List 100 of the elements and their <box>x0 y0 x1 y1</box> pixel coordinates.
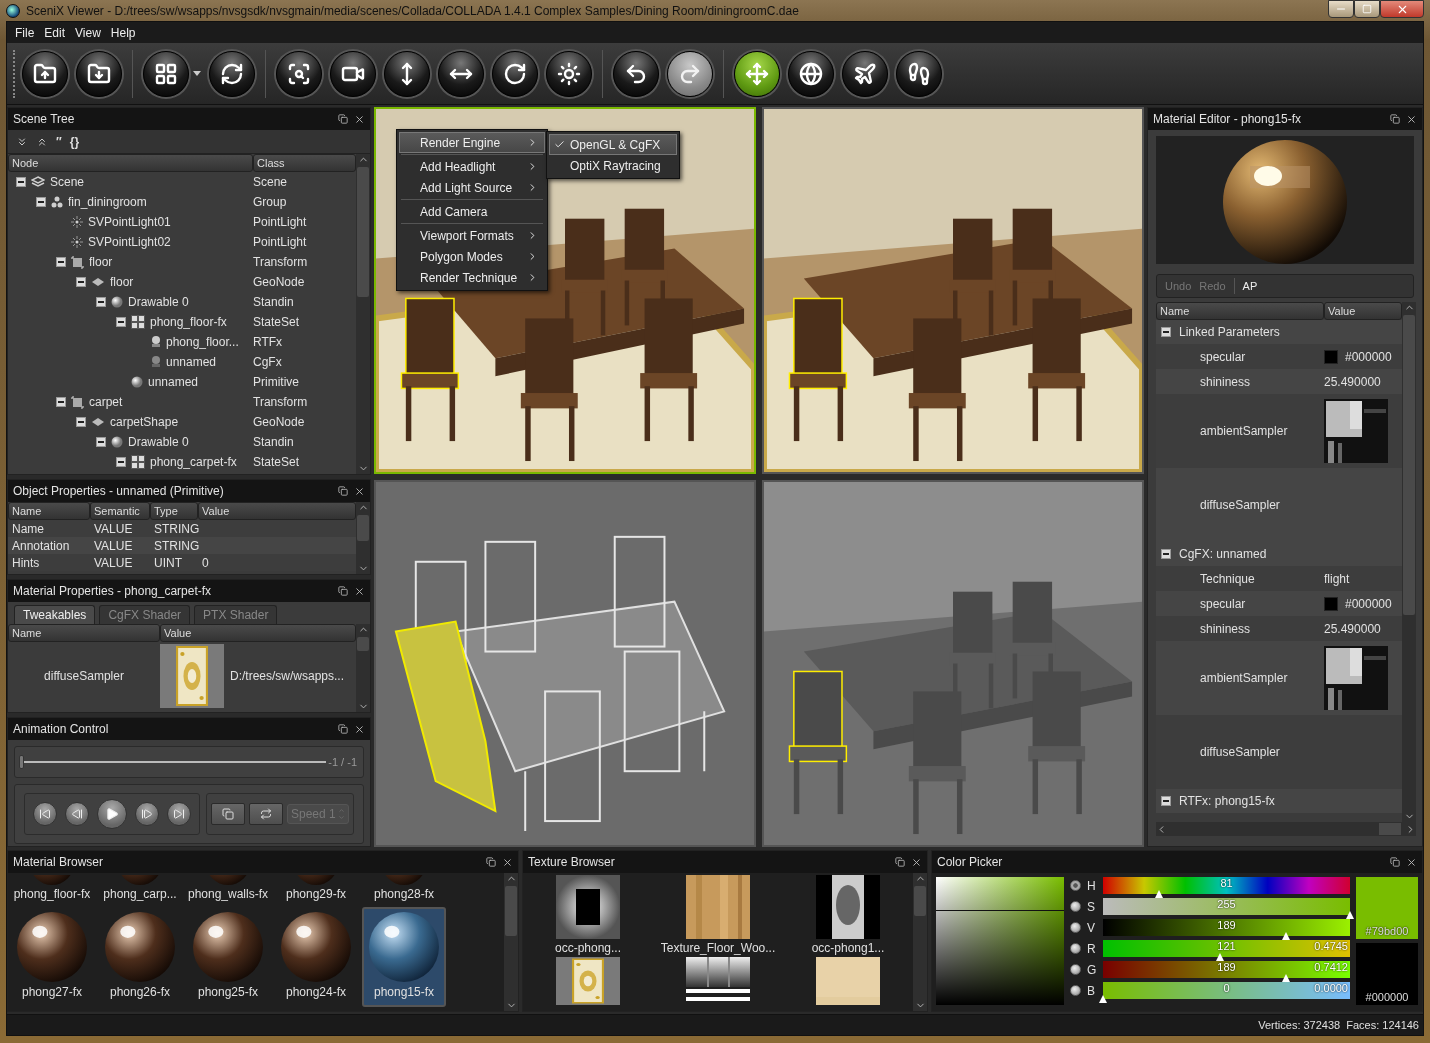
menu-item[interactable]: File <box>10 25 40 40</box>
collapse-toggle[interactable] <box>116 457 126 467</box>
scroll-thumb[interactable] <box>505 886 517 936</box>
column-header[interactable]: Type <box>150 502 198 520</box>
color-swatch[interactable] <box>1324 349 1338 364</box>
material-item[interactable]: phong_floor-fx <box>10 873 94 907</box>
menu-item[interactable]: View <box>70 25 106 40</box>
close-button[interactable] <box>354 723 365 735</box>
collapse-toggle[interactable] <box>16 177 26 187</box>
menu-item[interactable]: Viewport Formats <box>399 225 545 246</box>
tree-row[interactable]: floor Transform <box>8 252 356 272</box>
float-button[interactable] <box>1390 114 1400 124</box>
float-button[interactable] <box>1390 857 1400 867</box>
radio-button[interactable] <box>1070 943 1081 954</box>
collapse-toggle[interactable] <box>36 197 46 207</box>
toolbar-button[interactable] <box>276 50 322 97</box>
radio-button[interactable] <box>1070 985 1081 996</box>
toolbar-button[interactable] <box>788 50 834 97</box>
scrollbar[interactable] <box>913 873 927 1011</box>
close-button[interactable] <box>354 113 365 125</box>
playback-button[interactable] <box>167 802 191 826</box>
tree-row[interactable]: Drawable 0 Standin <box>8 432 356 452</box>
radio-button[interactable] <box>1070 880 1081 891</box>
tree-row[interactable]: phong_floor... RTFx <box>8 332 356 352</box>
menu-item[interactable]: Add Light Source <box>399 177 545 198</box>
scrollbar[interactable] <box>356 502 370 574</box>
toolbar-button[interactable] <box>22 50 68 97</box>
group-row[interactable]: CgFX: unnamed <box>1156 542 1402 566</box>
scrollbar[interactable] <box>1402 302 1416 822</box>
column-header[interactable]: Value <box>160 624 356 642</box>
close-button[interactable] <box>911 856 922 868</box>
scroll-thumb[interactable] <box>357 515 369 541</box>
column-header[interactable]: Name <box>1156 302 1324 320</box>
column-header[interactable]: Name <box>8 502 90 520</box>
toolbar-button[interactable] <box>734 50 780 97</box>
scrollbar[interactable] <box>356 154 370 474</box>
caret-icon[interactable] <box>193 71 201 76</box>
menu-item[interactable]: Edit <box>39 25 71 40</box>
float-button[interactable] <box>486 857 496 867</box>
toolbar-button[interactable] <box>330 50 376 97</box>
column-header[interactable]: Value <box>198 502 356 520</box>
float-button[interactable] <box>338 724 348 734</box>
material-item[interactable]: phong24-fx <box>274 907 358 1007</box>
toolbar-button[interactable] <box>546 50 592 97</box>
close-button[interactable] <box>1406 113 1417 125</box>
tree-row[interactable]: phong_carpet-fx StateSet <box>8 452 356 472</box>
toolbar-button[interactable] <box>384 50 430 97</box>
close-button[interactable] <box>1406 856 1417 868</box>
playback-button[interactable] <box>97 799 127 829</box>
collapse-toggle[interactable] <box>56 397 66 407</box>
scroll-thumb[interactable] <box>1403 315 1415 615</box>
float-button[interactable] <box>895 857 905 867</box>
material-item[interactable]: phong15-fx <box>362 907 446 1007</box>
scrollbar[interactable] <box>356 624 370 712</box>
menu-item[interactable]: Render Engine <box>399 132 545 153</box>
tree-row[interactable]: Drawable 0 Standin <box>8 292 356 312</box>
tree-row[interactable]: carpetShape GeoNode <box>8 412 356 432</box>
scroll-thumb[interactable] <box>357 167 369 297</box>
float-button[interactable] <box>338 114 348 124</box>
collapse-toggle[interactable] <box>76 277 86 287</box>
toolbar-button[interactable]: AP <box>1242 280 1258 292</box>
material-item[interactable]: phong_carp... <box>98 873 182 907</box>
scrollbar[interactable] <box>504 873 518 1011</box>
scroll-thumb[interactable] <box>914 886 926 916</box>
menu-item[interactable]: OptiX Raytracing <box>549 155 677 176</box>
collapse-toggle[interactable] <box>1161 549 1171 559</box>
menu-item[interactable]: Render Technique <box>399 267 545 288</box>
close-button[interactable] <box>354 585 365 597</box>
material-item[interactable]: phong28-fx <box>362 873 446 907</box>
column-header[interactable]: Name <box>8 624 160 642</box>
menu-item[interactable]: Polygon Modes <box>399 246 545 267</box>
slider-thumb[interactable] <box>19 755 24 769</box>
horizontal-scrollbar[interactable] <box>1156 822 1416 836</box>
float-button[interactable] <box>338 586 348 596</box>
close-button[interactable] <box>502 856 513 868</box>
collapse-toggle[interactable] <box>56 257 66 267</box>
tree-row[interactable]: unnamed Primitive <box>8 372 356 392</box>
group-row[interactable]: Linked Parameters <box>1156 320 1402 344</box>
column-header[interactable]: Value <box>1324 302 1402 320</box>
radio-button[interactable] <box>1070 922 1081 933</box>
expand-all-icon[interactable] <box>16 135 28 148</box>
tool-button[interactable]: ″ <box>56 134 62 149</box>
radio-button[interactable] <box>1070 964 1081 975</box>
tab[interactable]: CgFX Shader <box>99 605 191 624</box>
column-header[interactable]: Class <box>253 154 356 172</box>
tree-row[interactable]: SVPointLight02 PointLight <box>8 232 356 252</box>
toolbar-button[interactable] <box>492 50 538 97</box>
toolbar-button[interactable] <box>842 50 888 97</box>
collapse-toggle[interactable] <box>1161 796 1171 806</box>
toolbar-button[interactable] <box>76 50 122 97</box>
collapse-toggle[interactable] <box>96 297 106 307</box>
group-row[interactable]: RTFx: phong15-fx <box>1156 789 1402 813</box>
close-button[interactable] <box>1380 0 1424 18</box>
collapse-toggle[interactable] <box>76 417 86 427</box>
tree-row[interactable]: carpet Transform <box>8 392 356 412</box>
tab[interactable]: PTX Shader <box>194 605 278 624</box>
tree-row[interactable]: unnamed CgFx <box>8 352 356 372</box>
tool-button[interactable] <box>211 803 245 825</box>
material-item[interactable]: phong29-fx <box>274 873 358 907</box>
tree-row[interactable]: fin_diningroom Group <box>8 192 356 212</box>
